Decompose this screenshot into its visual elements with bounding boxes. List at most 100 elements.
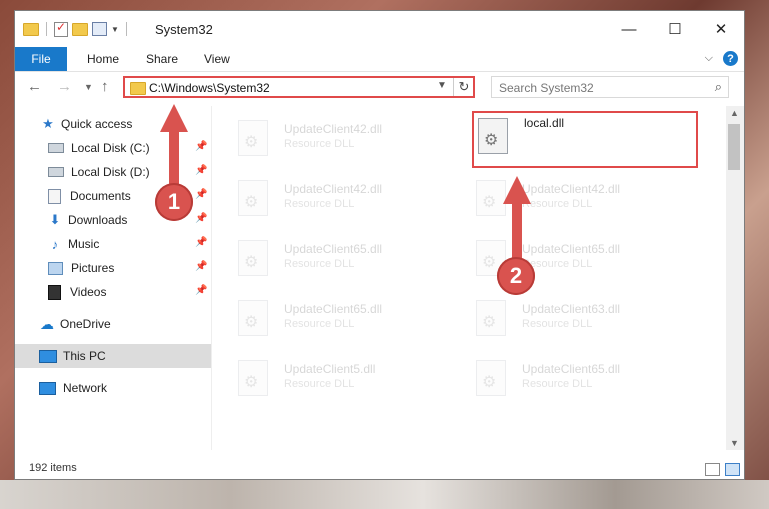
file-type: Resource DLL (284, 258, 355, 270)
file-item[interactable]: ⚙ UpdateClient65.dll Resource DLL (212, 232, 432, 282)
sidebar-item-label: Videos (70, 285, 107, 299)
disk-icon (48, 143, 64, 153)
pin-icon: 📌 (195, 285, 208, 296)
file-name: UpdateClient42.dll (522, 182, 621, 196)
scroll-down-icon[interactable]: ▼ (730, 438, 739, 448)
pin-icon: 📌 (195, 261, 208, 272)
address-bar[interactable]: C:\Windows\System32 ▼ ↻ (123, 76, 475, 98)
new-folder-icon[interactable] (72, 22, 88, 36)
scrollbar-thumb[interactable] (728, 124, 740, 170)
toolbar-separator (46, 22, 47, 36)
pin-icon: 📌 (195, 237, 208, 248)
tab-file[interactable]: File (15, 47, 67, 71)
file-type: Resource DLL (284, 138, 355, 150)
network-icon (39, 381, 56, 395)
file-name: UpdateClient65.dll (522, 242, 621, 256)
properties-icon[interactable] (92, 22, 107, 36)
file-item[interactable]: ⚙ UpdateClient65.dll Resource DLL (212, 292, 432, 342)
vertical-scrollbar[interactable]: ▲ ▼ (726, 106, 744, 450)
sidebar-item-network[interactable]: Network (15, 376, 211, 400)
sidebar-item-label: OneDrive (60, 317, 111, 331)
file-type: Resource DLL (522, 318, 593, 330)
sidebar-item-onedrive[interactable]: ☁ OneDrive (15, 312, 211, 336)
documents-icon (48, 188, 61, 204)
sidebar-item-label: Music (68, 237, 100, 251)
scroll-up-icon[interactable]: ▲ (730, 108, 739, 118)
file-item[interactable]: ⚙ UpdateClient42.dll Resource DLL (212, 112, 432, 162)
search-icon[interactable]: ⌕ (715, 79, 722, 95)
disk-icon (48, 167, 64, 177)
recent-locations-icon[interactable]: ▼ (84, 82, 93, 92)
search-box[interactable]: Search System32 ⌕ (491, 76, 729, 98)
back-arrow-icon[interactable]: ← (27, 78, 42, 95)
ribbon-controls: ⌵ ? (705, 51, 738, 66)
music-icon: ♪ (51, 236, 59, 252)
file-item[interactable]: ⚙ UpdateClient63.dll Resource DLL (450, 292, 670, 342)
sidebar-item-label: Local Disk (D:) (71, 165, 150, 179)
toolbar-separator (125, 22, 127, 36)
file-type: Resource DLL (284, 318, 355, 330)
window-title: System32 (155, 22, 213, 37)
folder-icon[interactable] (23, 22, 39, 36)
tab-home[interactable]: Home (87, 47, 119, 71)
tab-view[interactable]: View (204, 47, 230, 71)
window-controls: — ☐ ✕ (606, 11, 744, 47)
step-badge-1: 1 (155, 183, 193, 221)
sidebar-item-videos[interactable]: Videos 📌 (15, 280, 211, 304)
properties-check-icon[interactable] (54, 20, 68, 37)
refresh-icon[interactable]: ↻ (453, 78, 474, 96)
details-view-icon[interactable] (705, 463, 720, 476)
file-type: Resource DLL (284, 198, 355, 210)
title-bar: ▼ System32 — ☐ ✕ (15, 11, 744, 47)
pin-icon: 📌 (195, 165, 208, 176)
file-explorer-window: ▼ System32 — ☐ ✕ File Home Share View ⌵ … (14, 10, 745, 480)
sidebar-item-quick-access[interactable]: ★ Quick access (15, 112, 211, 136)
help-icon[interactable]: ? (723, 51, 738, 66)
dll-file-icon: ⚙ (238, 120, 268, 156)
sidebar-item-label: Downloads (68, 213, 128, 227)
file-highlight-box (472, 111, 698, 168)
sidebar-item-label: This PC (63, 349, 106, 363)
navigation-pane: ★ Quick access Local Disk (C:) 📌 Local D… (15, 106, 212, 450)
file-item[interactable]: ⚙ UpdateClient42.dll Resource DLL (212, 172, 432, 222)
pin-icon: 📌 (195, 141, 208, 152)
file-item[interactable]: ⚙ UpdateClient65.dll Resource DLL (450, 352, 670, 402)
sidebar-item-pictures[interactable]: Pictures 📌 (15, 256, 211, 280)
close-button[interactable]: ✕ (698, 11, 744, 47)
address-dropdown-icon[interactable]: ▼ (437, 80, 447, 91)
star-icon: ★ (42, 116, 54, 131)
dll-file-icon: ⚙ (238, 240, 268, 276)
sidebar-item-label: Quick access (61, 117, 133, 131)
file-type: Resource DLL (522, 378, 593, 390)
sidebar-item-this-pc[interactable]: This PC (15, 344, 211, 368)
dll-file-icon: ⚙ (476, 360, 506, 396)
minimize-button[interactable]: — (606, 11, 652, 47)
pin-icon: 📌 (195, 189, 208, 200)
file-item[interactable]: ⚙ UpdateClient65.dll Resource DLL (450, 232, 670, 282)
file-name: UpdateClient65.dll (284, 242, 383, 256)
sidebar-item-local-disk-d[interactable]: Local Disk (D:) 📌 (15, 160, 211, 184)
status-bar: 192 items (15, 460, 744, 479)
address-path[interactable]: C:\Windows\System32 (149, 81, 270, 95)
sidebar-item-local-disk-c[interactable]: Local Disk (C:) 📌 (15, 136, 211, 160)
sidebar-item-label: Network (63, 381, 108, 395)
file-name: UpdateClient42.dll (284, 122, 383, 136)
file-name: UpdateClient5.dll (284, 362, 376, 376)
sidebar-item-music[interactable]: ♪ Music 📌 (15, 232, 211, 256)
file-item[interactable]: ⚙ UpdateClient5.dll Resource DLL (212, 352, 432, 402)
file-type: Resource DLL (284, 378, 355, 390)
maximize-button[interactable]: ☐ (652, 11, 698, 47)
file-name: UpdateClient63.dll (522, 302, 621, 316)
customize-toolbar-icon[interactable]: ▼ (111, 25, 119, 34)
forward-arrow-icon[interactable]: → (57, 78, 72, 95)
pictures-icon (48, 261, 63, 275)
sidebar-item-label: Pictures (71, 261, 115, 275)
folder-icon (130, 82, 146, 95)
large-icons-view-icon[interactable] (725, 463, 740, 476)
search-input[interactable]: Search System32 (499, 81, 594, 95)
chevron-down-icon[interactable]: ⌵ (705, 52, 713, 65)
up-arrow-icon[interactable]: ↑ (101, 78, 109, 95)
file-item[interactable]: ⚙ UpdateClient42.dll Resource DLL (450, 172, 670, 222)
dll-file-icon: ⚙ (238, 300, 268, 336)
tab-share[interactable]: Share (146, 47, 178, 71)
